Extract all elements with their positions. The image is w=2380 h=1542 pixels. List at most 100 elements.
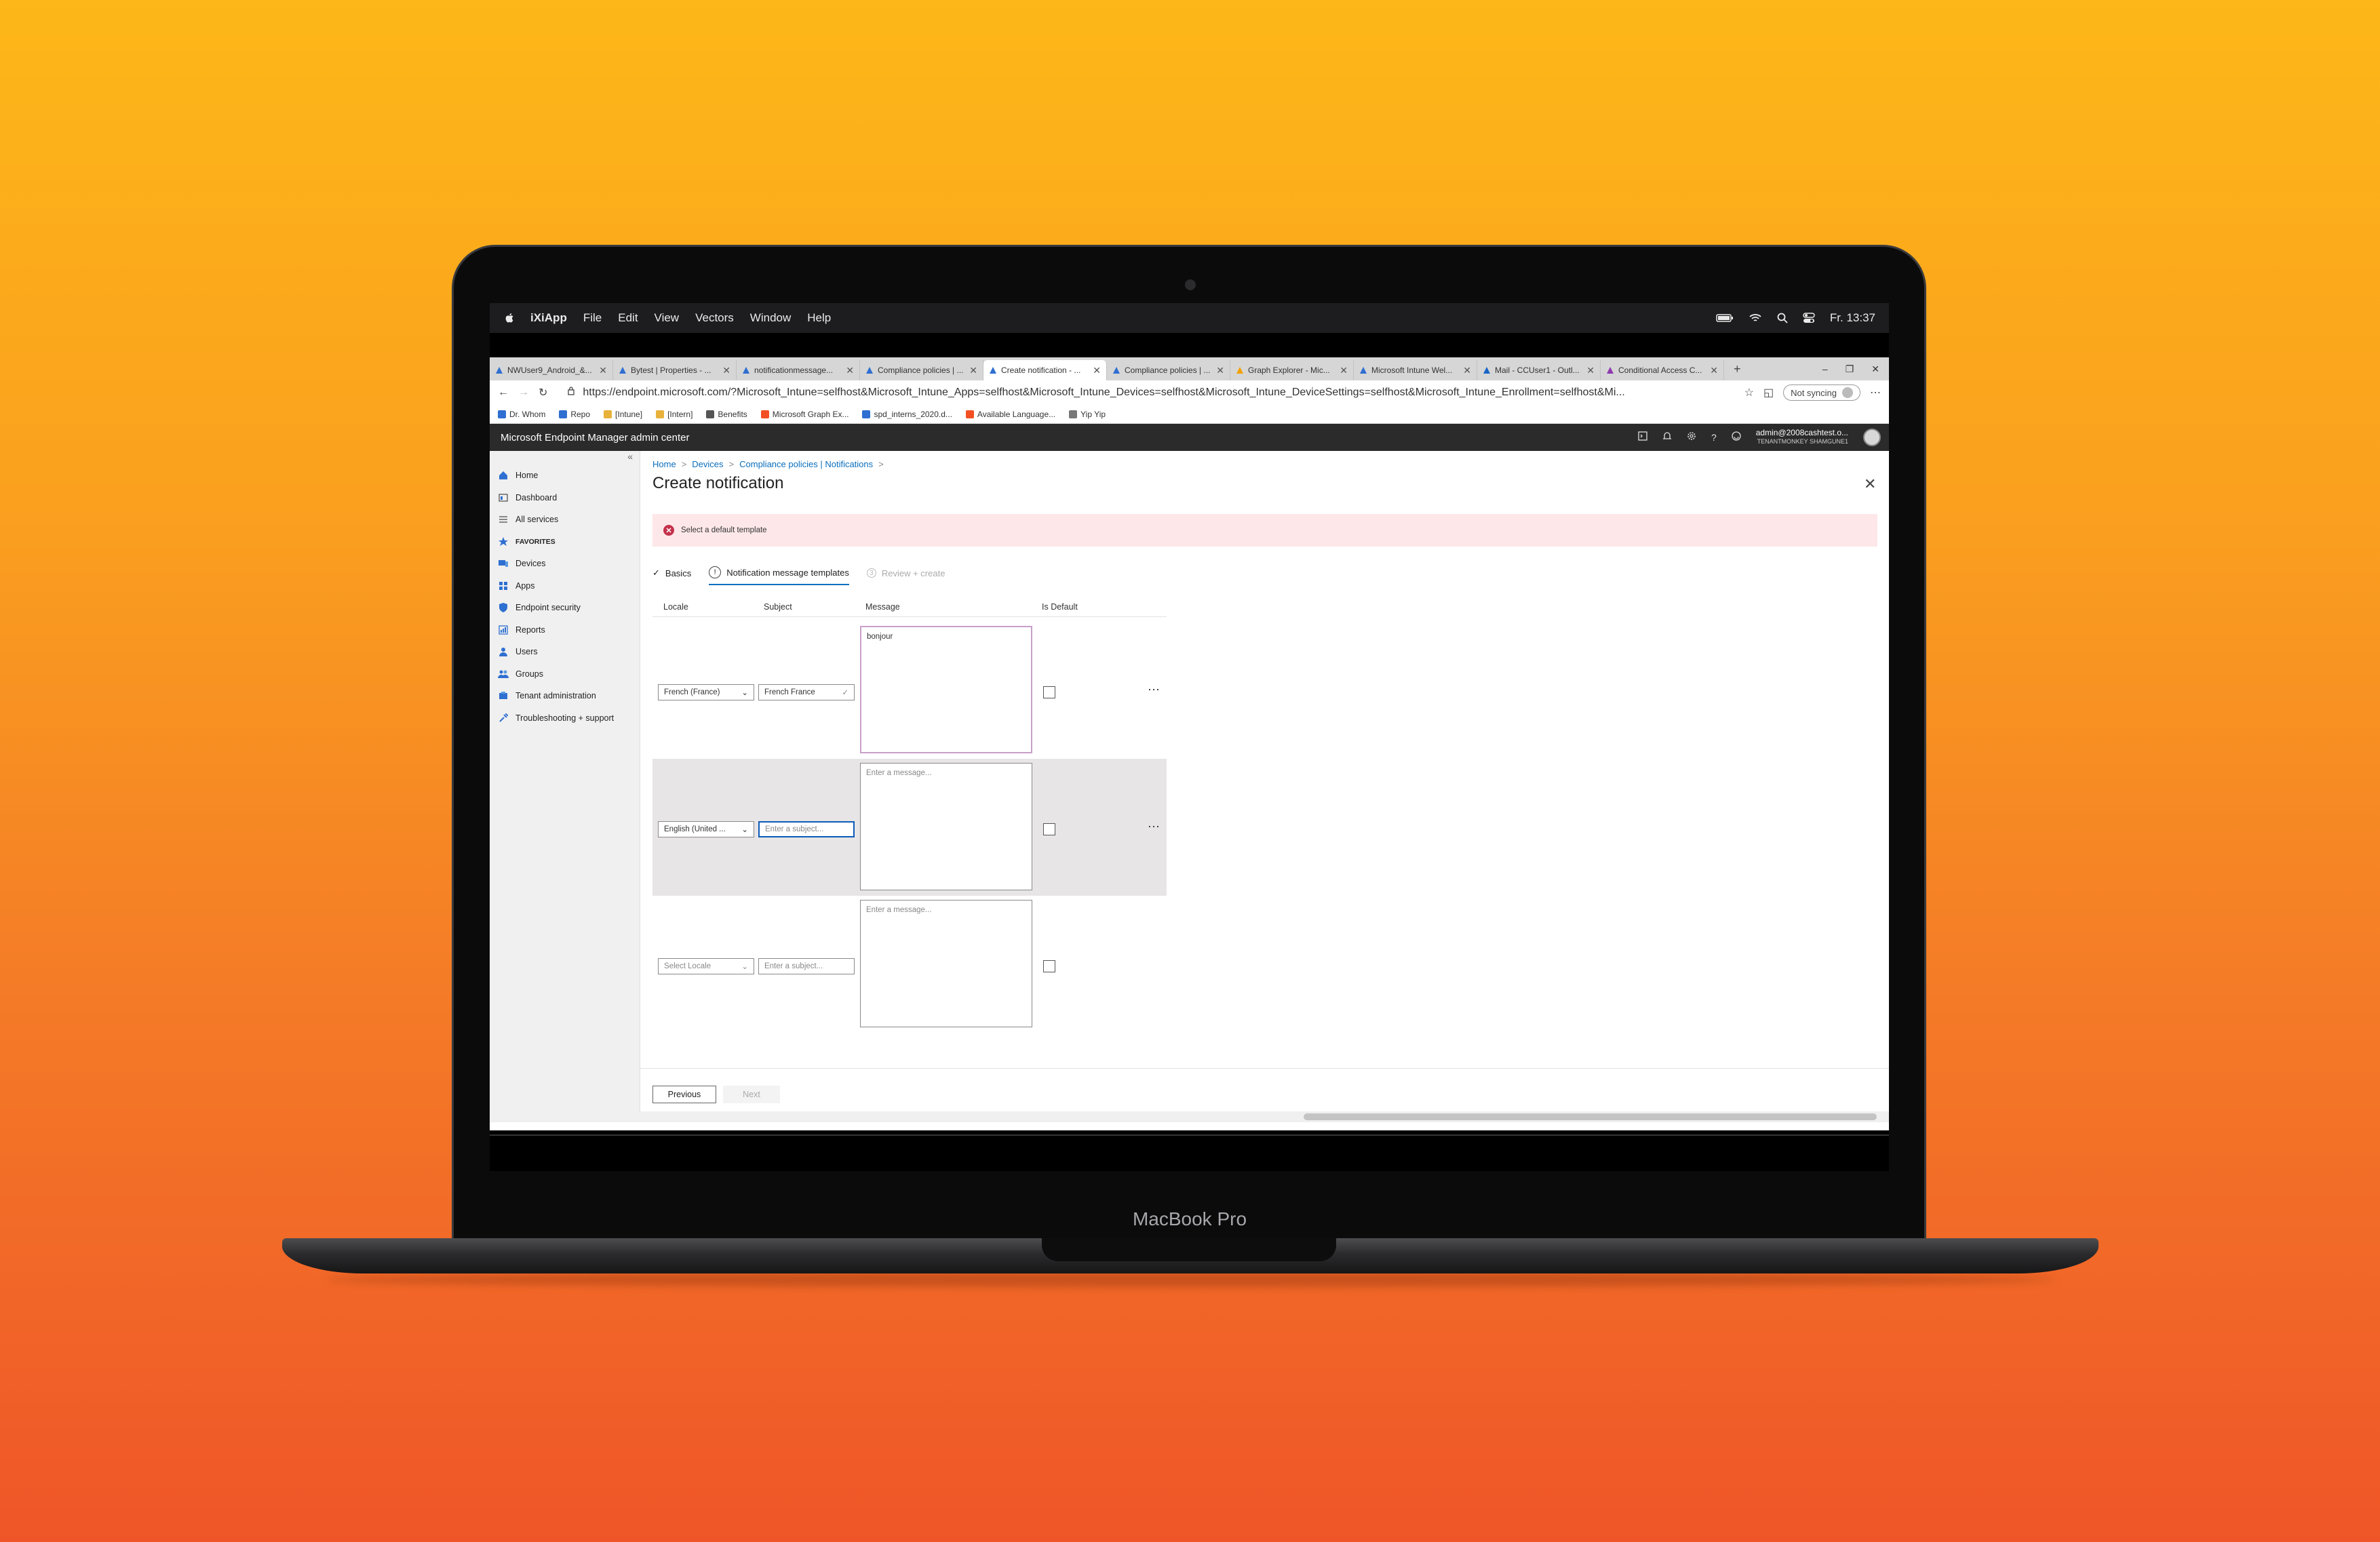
sidebar-item-troubleshooting-support[interactable]: Troubleshooting + support bbox=[490, 707, 640, 730]
subject-input[interactable]: Enter a subject... bbox=[758, 821, 855, 837]
tab-close-icon[interactable]: ✕ bbox=[1710, 365, 1718, 376]
browser-menu-icon[interactable]: ⋯ bbox=[1870, 386, 1881, 399]
is-default-checkbox[interactable] bbox=[1043, 686, 1055, 698]
battery-icon[interactable] bbox=[1716, 314, 1734, 322]
avatar[interactable] bbox=[1863, 429, 1881, 446]
favorite-link[interactable]: [Intern] bbox=[656, 410, 692, 419]
sidebar-item-tenant-administration[interactable]: Tenant administration bbox=[490, 685, 640, 707]
settings-gear-icon[interactable] bbox=[1687, 431, 1696, 443]
message-textarea[interactable]: bonjour bbox=[860, 626, 1032, 753]
close-window-icon[interactable]: ✕ bbox=[1871, 363, 1879, 375]
browser-tab[interactable]: Mail - CCUser1 - Outl... ✕ bbox=[1477, 360, 1601, 380]
more-options-icon[interactable]: ⋯ bbox=[1148, 683, 1160, 697]
sidebar-item-all-services[interactable]: All services bbox=[490, 509, 640, 531]
tab-close-icon[interactable]: ✕ bbox=[1340, 365, 1348, 376]
breadcrumb-notifications[interactable]: Compliance policies | Notifications bbox=[739, 459, 873, 469]
collapse-sidebar-icon[interactable]: « bbox=[490, 451, 640, 464]
menu-view[interactable]: View bbox=[655, 311, 680, 325]
browser-tab[interactable]: Conditional Access C... ✕ bbox=[1601, 360, 1724, 380]
browser-tab[interactable]: Bytest | Properties - ... ✕ bbox=[613, 360, 737, 380]
sidebar-item-devices[interactable]: Devices bbox=[490, 553, 640, 575]
favorite-link[interactable]: Repo bbox=[559, 410, 590, 419]
sidebar-item-favorites: FAVORITES bbox=[490, 531, 640, 553]
tab-close-icon[interactable]: ✕ bbox=[846, 365, 854, 376]
new-tab-icon[interactable]: + bbox=[1724, 362, 1751, 376]
cloud-shell-icon[interactable] bbox=[1638, 431, 1647, 443]
locale-select[interactable]: French (France) ⌄ bbox=[658, 684, 754, 700]
message-textarea[interactable]: Enter a message... bbox=[860, 900, 1032, 1027]
apple-icon[interactable] bbox=[505, 313, 514, 323]
step-basics[interactable]: ✓ Basics bbox=[652, 566, 691, 585]
is-default-checkbox[interactable] bbox=[1043, 960, 1055, 972]
portal-title[interactable]: Microsoft Endpoint Manager admin center bbox=[501, 432, 689, 443]
sidebar-item-dashboard[interactable]: Dashboard bbox=[490, 487, 640, 509]
more-options-icon[interactable]: ⋯ bbox=[1148, 820, 1160, 834]
browser-tab[interactable]: Compliance policies | ... ✕ bbox=[860, 360, 983, 380]
menu-window[interactable]: Window bbox=[750, 311, 791, 325]
info-icon: ! bbox=[709, 566, 722, 578]
notifications-bell-icon[interactable] bbox=[1662, 431, 1672, 443]
collections-icon[interactable]: ◱ bbox=[1763, 386, 1774, 399]
app-menu[interactable]: iXiApp bbox=[530, 311, 567, 325]
browser-tab[interactable]: NWUser9_Android_&... ✕ bbox=[490, 360, 613, 380]
wifi-icon[interactable] bbox=[1749, 313, 1762, 323]
tab-close-icon[interactable]: ✕ bbox=[969, 365, 977, 376]
tab-close-icon[interactable]: ✕ bbox=[1093, 365, 1101, 376]
tab-close-icon[interactable]: ✕ bbox=[722, 365, 730, 376]
tab-close-icon[interactable]: ✕ bbox=[1463, 365, 1471, 376]
tab-close-icon[interactable]: ✕ bbox=[1586, 365, 1595, 376]
back-icon[interactable]: ← bbox=[498, 387, 509, 399]
close-icon[interactable]: ✕ bbox=[1864, 475, 1876, 493]
tab-close-icon[interactable]: ✕ bbox=[1216, 365, 1224, 376]
menubar-clock[interactable]: Fr. 13:37 bbox=[1830, 311, 1875, 325]
forward-icon[interactable]: → bbox=[518, 387, 529, 399]
minimize-icon[interactable]: – bbox=[1822, 363, 1828, 375]
search-icon[interactable] bbox=[1777, 313, 1788, 323]
favorite-link[interactable]: Dr. Whom bbox=[498, 410, 545, 419]
help-icon[interactable]: ? bbox=[1711, 432, 1717, 443]
sync-button[interactable]: Not syncing bbox=[1783, 384, 1860, 401]
menu-help[interactable]: Help bbox=[807, 311, 831, 325]
browser-tab[interactable]: notificationmessage... ✕ bbox=[737, 360, 860, 380]
previous-button[interactable]: Previous bbox=[652, 1086, 716, 1103]
scrollbar-thumb[interactable] bbox=[1304, 1113, 1877, 1120]
favorite-link[interactable]: Benefits bbox=[706, 410, 747, 419]
locale-select[interactable]: Select Locale ⌄ bbox=[658, 958, 754, 974]
sidebar-item-reports[interactable]: Reports bbox=[490, 619, 640, 641]
favorite-link[interactable]: [Intune] bbox=[604, 410, 642, 419]
favorite-link[interactable]: Available Language... bbox=[965, 410, 1055, 419]
is-default-checkbox[interactable] bbox=[1043, 823, 1055, 835]
account-info[interactable]: admin@2008cashtest.o... TENANTMONKEY SHA… bbox=[1756, 429, 1848, 446]
message-textarea[interactable]: Enter a message... bbox=[860, 763, 1032, 890]
sidebar-item-groups[interactable]: Groups bbox=[490, 663, 640, 686]
locale-select[interactable]: English (United ... ⌄ bbox=[658, 821, 754, 837]
menu-vectors[interactable]: Vectors bbox=[695, 311, 734, 325]
browser-tab[interactable]: Graph Explorer - Mic... ✕ bbox=[1230, 360, 1354, 380]
favorite-link[interactable]: Yip Yip bbox=[1069, 410, 1106, 419]
restore-icon[interactable]: ❐ bbox=[1846, 363, 1854, 375]
reload-icon[interactable]: ↻ bbox=[539, 386, 547, 399]
sidebar-item-home[interactable]: Home bbox=[490, 464, 640, 487]
browser-tab[interactable]: Create notification - ... ✕ bbox=[983, 360, 1107, 380]
breadcrumb-devices[interactable]: Devices bbox=[692, 459, 723, 469]
feedback-smiley-icon[interactable] bbox=[1732, 431, 1741, 443]
favorite-link[interactable]: Microsoft Graph Ex... bbox=[760, 410, 848, 419]
valid-check-icon: ✓ bbox=[842, 689, 848, 697]
favorite-link[interactable]: spd_interns_2020.d... bbox=[862, 410, 952, 419]
browser-tab[interactable]: Compliance policies | ... ✕ bbox=[1107, 360, 1230, 380]
subject-input[interactable]: French France ✓ bbox=[758, 684, 855, 700]
sidebar-item-apps[interactable]: Apps bbox=[490, 575, 640, 597]
favorite-star-icon[interactable]: ☆ bbox=[1744, 386, 1754, 399]
menu-edit[interactable]: Edit bbox=[618, 311, 638, 325]
menu-file[interactable]: File bbox=[583, 311, 602, 325]
breadcrumb-home[interactable]: Home bbox=[652, 459, 676, 469]
tab-close-icon[interactable]: ✕ bbox=[599, 365, 607, 376]
subject-input[interactable]: Enter a subject... bbox=[758, 958, 855, 974]
sidebar-item-endpoint-security[interactable]: Endpoint security bbox=[490, 597, 640, 619]
step-notification-templates[interactable]: ! Notification message templates bbox=[709, 566, 849, 585]
address-bar[interactable]: https://endpoint.microsoft.com/?Microsof… bbox=[557, 383, 1734, 402]
control-center-icon[interactable] bbox=[1803, 313, 1815, 323]
favorite-label: spd_interns_2020.d... bbox=[874, 409, 952, 419]
browser-tab[interactable]: Microsoft Intune Wel... ✕ bbox=[1354, 360, 1477, 380]
sidebar-item-users[interactable]: Users bbox=[490, 641, 640, 663]
